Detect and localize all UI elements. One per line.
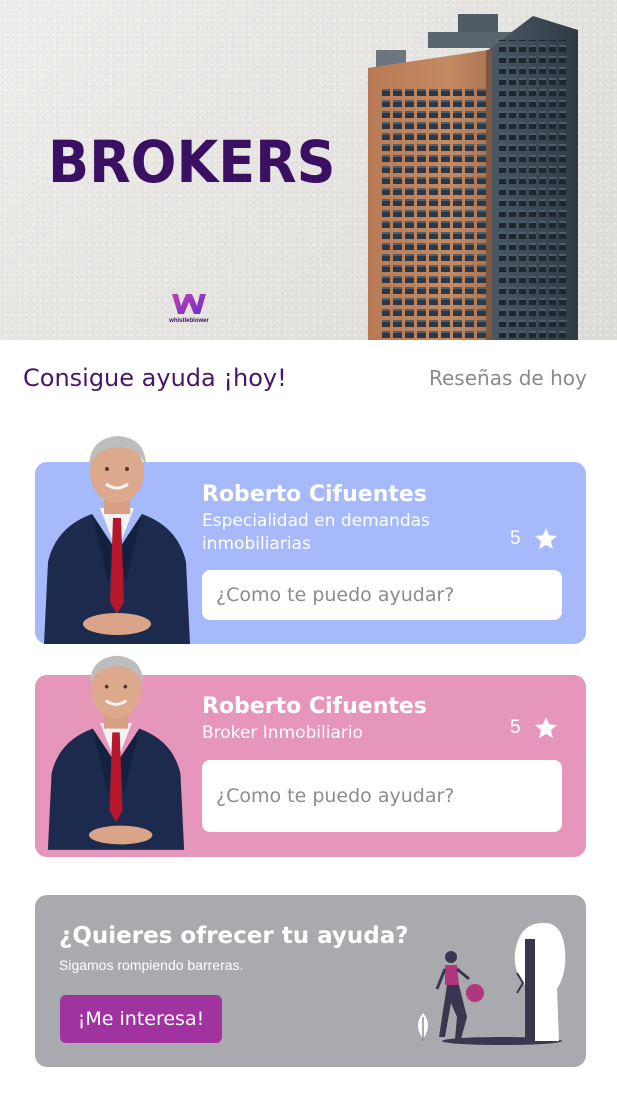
ask-input[interactable] bbox=[202, 760, 562, 832]
broker-rating: 5 bbox=[510, 715, 559, 741]
hero-banner: BROKERS whistleblower bbox=[0, 0, 617, 340]
broker-photo bbox=[44, 436, 190, 644]
broker-specialty: Broker Inmobiliario bbox=[202, 723, 364, 743]
illustration-woman-door bbox=[418, 922, 566, 1045]
star-icon bbox=[534, 527, 557, 549]
brand-logo: whistleblower bbox=[165, 290, 213, 330]
broker-name: Roberto Cifuentes bbox=[202, 482, 427, 507]
logo-w-icon bbox=[172, 294, 206, 314]
tab-consigue-ayuda[interactable]: Consigue ayuda ¡hoy! bbox=[23, 364, 287, 392]
broker-specialty: Especialidad en demandas inmobiliarias bbox=[202, 511, 430, 554]
hero-title: BROKERS bbox=[48, 128, 336, 196]
ask-input[interactable] bbox=[202, 570, 562, 620]
broker-photo bbox=[47, 655, 185, 850]
offer-subtitle: Sigamos rompiendo barreras. bbox=[59, 957, 244, 973]
offer-title: ¿Quieres ofrecer tu ayuda? bbox=[59, 923, 409, 949]
broker-name: Roberto Cifuentes bbox=[202, 694, 427, 719]
logo-text: whistleblower bbox=[169, 318, 209, 324]
offer-help-card: ¿Quieres ofrecer tu ayuda? Sigamos rompi… bbox=[35, 895, 586, 1067]
me-interesa-button[interactable]: ¡Me interesa! bbox=[60, 995, 222, 1043]
building-image bbox=[368, 14, 578, 340]
broker-rating: 5 bbox=[510, 526, 559, 552]
star-icon bbox=[534, 716, 557, 738]
rating-value: 5 bbox=[510, 528, 521, 549]
rating-value: 5 bbox=[510, 717, 521, 738]
tab-resenas[interactable]: Reseñas de hoy bbox=[429, 366, 587, 390]
